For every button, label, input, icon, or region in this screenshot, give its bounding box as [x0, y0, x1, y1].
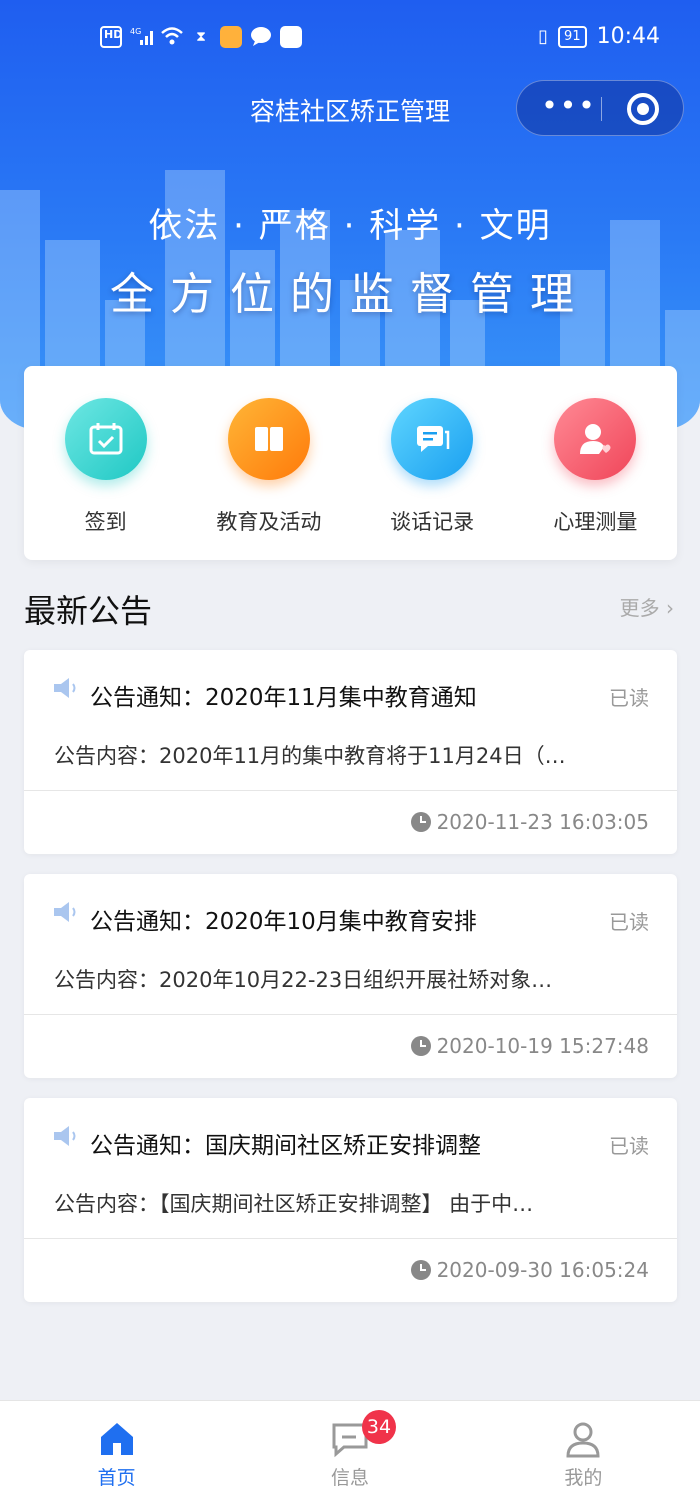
notice-time-text: 2020-11-23 16:03:05: [436, 810, 649, 834]
notice-title: 公告通知：国庆期间社区矫正安排调整: [90, 1133, 481, 1159]
menu-item-education[interactable]: 教育及活动: [187, 366, 350, 560]
speaker-icon: [54, 1126, 76, 1146]
divider: [24, 1238, 677, 1239]
book-icon: [227, 398, 310, 480]
notice-title: 公告通知：2020年11月集中教育通知: [90, 685, 477, 711]
notice-time: 2020-10-19 15:27:48: [410, 1034, 649, 1058]
svg-text:4G: 4G: [130, 27, 141, 36]
target-icon[interactable]: [627, 93, 659, 125]
battery-icon: 91: [558, 25, 587, 48]
read-status: 已读: [609, 910, 649, 934]
calendar-check-icon: [64, 398, 147, 480]
signal-icon: 4G: [130, 26, 153, 48]
tab-home[interactable]: 首页: [0, 1401, 233, 1497]
quick-menu: 签到 教育及活动 谈话记录 心理测量: [24, 366, 677, 560]
notice-content: 公告内容：【国庆期间社区矫正安排调整】 由于中…: [54, 1192, 534, 1216]
more-link[interactable]: 更多 ›: [620, 592, 674, 621]
menu-item-checkin[interactable]: 签到: [24, 366, 187, 560]
mini-program-capsule: •••: [516, 80, 684, 136]
notice-title: 公告通知：2020年10月集中教育安排: [90, 909, 477, 935]
menu-label: 谈话记录: [390, 510, 475, 534]
speaker-icon: [54, 678, 76, 698]
notice-card[interactable]: 公告通知：国庆期间社区矫正安排调整 已读 公告内容：【国庆期间社区矫正安排调整】…: [24, 1098, 677, 1302]
tab-label: 首页: [97, 1467, 136, 1489]
more-dots-icon[interactable]: •••: [539, 91, 599, 127]
tab-label: 我的: [564, 1467, 603, 1489]
menu-label: 心理测量: [553, 510, 638, 534]
notice-time: 2020-09-30 16:05:24: [410, 1258, 649, 1282]
notice-time: 2020-11-23 16:03:05: [410, 810, 649, 834]
tab-messages[interactable]: 信息: [233, 1401, 466, 1497]
menu-item-talk-record[interactable]: 谈话记录: [351, 366, 514, 560]
wifi-icon: [160, 26, 183, 48]
notice-card[interactable]: 公告通知：2020年11月集中教育通知 已读 公告内容：2020年11月的集中教…: [24, 650, 677, 854]
more-link-label: 更多: [619, 596, 660, 620]
clock-icon: [410, 1260, 431, 1280]
read-status: 已读: [609, 1134, 649, 1158]
speaker-icon: [54, 902, 76, 922]
divider: [24, 790, 677, 791]
vibrate-icon: ▯: [538, 26, 549, 47]
capsule-divider: [601, 97, 602, 121]
chat-bubble-icon: [250, 26, 272, 48]
chevron-right-icon: ›: [666, 596, 674, 620]
clock-time: 10:44: [596, 24, 660, 49]
tab-profile[interactable]: 我的: [467, 1401, 700, 1497]
person-heart-icon: [554, 398, 637, 480]
status-bar: HD 4G ⧗ ▯ 91 10:44: [0, 20, 700, 64]
clock-icon: [410, 812, 431, 832]
slogan-line-2: 全方位的监督管理: [110, 269, 590, 320]
chat-icon: [391, 398, 474, 480]
app-badge-icon: [280, 26, 302, 48]
menu-label: 教育及活动: [216, 510, 322, 534]
divider: [24, 1014, 677, 1015]
tab-label: 信息: [330, 1467, 369, 1489]
home-icon: [100, 1423, 133, 1455]
menu-label: 签到: [84, 510, 127, 534]
notice-content: 公告内容：2020年11月的集中教育将于11月24日（…: [54, 744, 566, 768]
message-count-badge: 34: [362, 1410, 396, 1444]
menu-item-psych-test[interactable]: 心理测量: [514, 366, 677, 560]
notice-card[interactable]: 公告通知：2020年10月集中教育安排 已读 公告内容：2020年10月22-2…: [24, 874, 677, 1078]
notice-time-text: 2020-09-30 16:05:24: [436, 1258, 649, 1282]
section-title: 最新公告: [24, 592, 153, 630]
slogan-line-1: 依法 · 严格 · 科学 · 文明: [148, 206, 552, 246]
read-status: 已读: [609, 686, 649, 710]
tab-bar: 首页 信息 我的: [0, 1400, 700, 1497]
notice-content: 公告内容：2020年10月22-23日组织开展社矫对象…: [54, 968, 553, 992]
hd-icon: HD: [100, 26, 122, 48]
hourglass-icon: ⧗: [196, 29, 206, 45]
app-notification-icon: [220, 26, 242, 48]
user-icon: [566, 1422, 600, 1458]
notice-time-text: 2020-10-19 15:27:48: [436, 1034, 649, 1058]
clock-icon: [410, 1036, 431, 1056]
